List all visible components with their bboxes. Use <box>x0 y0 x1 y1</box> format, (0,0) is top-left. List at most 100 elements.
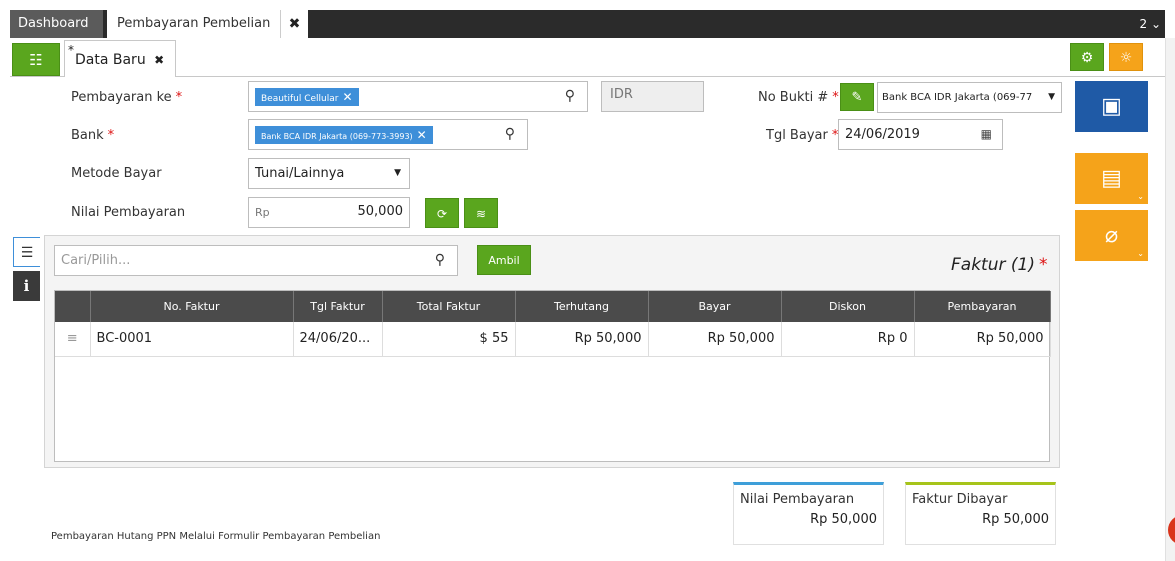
drag-handle-icon[interactable]: ≡ <box>55 322 91 357</box>
nilai-pembayaran-label: Nilai Pembayaran <box>71 205 186 220</box>
pembayaran-ke-label-text: Pembayaran ke <box>71 90 172 105</box>
document-icon: ☰ <box>20 245 34 261</box>
dropdown-arrow-icon: ▼ <box>394 168 401 178</box>
subtab-divider <box>176 76 1165 77</box>
summary-nilai-value: Rp 50,000 <box>810 512 877 527</box>
currency-prefix: Rp <box>255 206 270 219</box>
tab-count: 2 <box>1139 17 1148 31</box>
list-menu-button[interactable]: ☷ <box>12 43 60 76</box>
paperclip-icon: ⌀ <box>1104 223 1119 248</box>
attachment-button[interactable]: ⌀ ⌄ <box>1075 210 1148 261</box>
list-menu-icon: ☷ <box>29 51 43 69</box>
vendor-chip[interactable]: Beautiful Cellular ✕ <box>255 88 359 106</box>
faktur-table: No. Faktur Tgl Faktur Total Faktur Terhu… <box>54 290 1051 462</box>
no-bukti-label: No Bukti # * <box>758 90 839 105</box>
required-mark: * <box>175 90 183 105</box>
faktur-search-input[interactable]: Cari/Pilih... ⚲ <box>54 245 458 276</box>
subtab-divider-left <box>10 76 64 77</box>
summary-nilai-pembayaran: Nilai Pembayaran Rp 50,000 <box>733 482 884 545</box>
summary-faktur-dibayar: Faktur Dibayar Rp 50,000 <box>905 482 1056 545</box>
no-bukti-select[interactable]: Bank BCA IDR Jakarta (069-77 ▼ <box>877 82 1062 113</box>
cell-no-faktur: BC-0001 <box>90 322 294 357</box>
print-button[interactable]: ▤ ⌄ <box>1075 153 1148 204</box>
unsaved-star: * <box>68 43 74 57</box>
col-header-total-faktur[interactable]: Total Faktur <box>382 291 516 322</box>
tab-count-badge[interactable]: 2 ⌄ <box>1139 10 1161 38</box>
left-edge <box>0 38 10 561</box>
bank-label-text: Bank <box>71 128 104 143</box>
tgl-bayar-input[interactable]: 24/06/2019 ▦ <box>838 119 1003 150</box>
metode-bayar-value: Tunai/Lainnya <box>255 166 345 181</box>
refresh-button[interactable]: ⟳ <box>425 198 459 228</box>
faktur-search-placeholder: Cari/Pilih... <box>61 253 131 268</box>
info-icon: i <box>23 277 30 295</box>
col-header-no-faktur[interactable]: No. Faktur <box>90 291 294 322</box>
tgl-bayar-value: 24/06/2019 <box>845 127 920 142</box>
search-icon[interactable]: ⚲ <box>505 126 515 142</box>
nilai-pembayaran-input[interactable]: Rp 50,000 <box>248 197 410 228</box>
refresh-icon: ⟳ <box>436 207 448 221</box>
calendar-icon[interactable]: ▦ <box>981 120 992 149</box>
col-header-terhutang[interactable]: Terhutang <box>515 291 649 322</box>
close-subtab-icon[interactable]: ✖ <box>154 53 164 67</box>
gear-icon: ⚙ <box>1080 50 1094 66</box>
cell-tgl-faktur: 24/06/20... <box>293 322 383 357</box>
coins-button[interactable]: ≋ <box>464 198 498 228</box>
remove-vendor-icon[interactable]: ✕ <box>342 90 352 104</box>
cell-total-faktur: $ 55 <box>382 322 516 357</box>
scrollbar[interactable] <box>1165 38 1175 561</box>
summary-faktur-label: Faktur Dibayar <box>912 492 1008 507</box>
pembayaran-ke-field[interactable]: Beautiful Cellular ✕ ⚲ <box>248 81 588 112</box>
col-header-pembayaran[interactable]: Pembayaran <box>914 291 1051 322</box>
bank-chip-label: Bank BCA IDR Jakarta (069-773-3993) <box>261 132 413 141</box>
side-tab-detail[interactable]: ☰ <box>13 237 40 267</box>
tab-pembayaran-pembelian[interactable]: Pembayaran Pembelian <box>107 10 287 38</box>
remove-bank-icon[interactable]: ✕ <box>417 128 427 142</box>
lightbulb-icon: ☼ <box>1119 50 1133 66</box>
save-icon: ▣ <box>1101 94 1122 119</box>
save-button[interactable]: ▣ <box>1075 81 1148 132</box>
faktur-title: Faktur (1) * <box>951 255 1047 275</box>
tab-data-baru[interactable]: * Data Baru ✖ <box>64 40 176 77</box>
table-row[interactable]: ≡ BC-0001 24/06/20... $ 55 Rp 50,000 Rp … <box>55 322 1051 357</box>
col-header-bayar[interactable]: Bayar <box>648 291 782 322</box>
coins-icon: ≋ <box>475 207 487 221</box>
edit-no-bukti-button[interactable]: ✎ <box>840 83 874 111</box>
required-mark: * <box>107 128 115 143</box>
table-header: No. Faktur Tgl Faktur Total Faktur Terhu… <box>55 291 1051 322</box>
ambil-button[interactable]: Ambil <box>477 245 531 275</box>
chevron-down-icon: ⌄ <box>1137 192 1144 201</box>
cell-bayar[interactable]: Rp 50,000 <box>648 322 782 357</box>
settings-button[interactable]: ⚙ <box>1070 43 1104 71</box>
cell-diskon[interactable]: Rp 0 <box>781 322 915 357</box>
metode-bayar-select[interactable]: Tunai/Lainnya ▼ <box>248 158 410 189</box>
chevron-down-icon: ⌄ <box>1137 249 1144 258</box>
tgl-bayar-label-text: Tgl Bayar <box>766 128 828 143</box>
cell-pembayaran[interactable]: Rp 50,000 <box>914 322 1051 357</box>
bank-chip[interactable]: Bank BCA IDR Jakarta (069-773-3993) ✕ <box>255 126 433 144</box>
required-mark: * <box>1038 255 1048 275</box>
side-tab-info[interactable]: i <box>13 271 40 301</box>
currency-field: IDR <box>601 81 704 112</box>
dropdown-arrow-icon: ▼ <box>1048 92 1055 102</box>
tab-dashboard[interactable]: Dashboard <box>10 10 103 38</box>
print-icon: ▤ <box>1101 166 1122 191</box>
tips-button[interactable]: ☼ <box>1109 43 1143 71</box>
search-icon[interactable]: ⚲ <box>435 246 445 275</box>
nilai-pembayaran-value: 50,000 <box>357 204 404 219</box>
required-mark: * <box>832 90 839 105</box>
close-tab-icon[interactable]: ✖ <box>280 10 308 38</box>
col-header-drag <box>55 291 91 322</box>
search-icon[interactable]: ⚲ <box>565 88 575 104</box>
bank-label: Bank * <box>71 128 114 143</box>
col-header-tgl-faktur[interactable]: Tgl Faktur <box>293 291 383 322</box>
window-top <box>0 0 1175 10</box>
col-header-diskon[interactable]: Diskon <box>781 291 915 322</box>
faktur-title-text: Faktur (1) <box>951 255 1035 275</box>
summary-nilai-label: Nilai Pembayaran <box>740 492 855 507</box>
tab-bar: Dashboard Pembayaran Pembelian ✖ 2 ⌄ <box>10 10 1165 38</box>
footer-note: Pembayaran Hutang PPN Melalui Formulir P… <box>51 531 381 542</box>
bank-field[interactable]: Bank BCA IDR Jakarta (069-773-3993) ✕ ⚲ <box>248 119 528 150</box>
pencil-icon: ✎ <box>851 90 863 105</box>
no-bukti-label-text: No Bukti # <box>758 90 829 105</box>
